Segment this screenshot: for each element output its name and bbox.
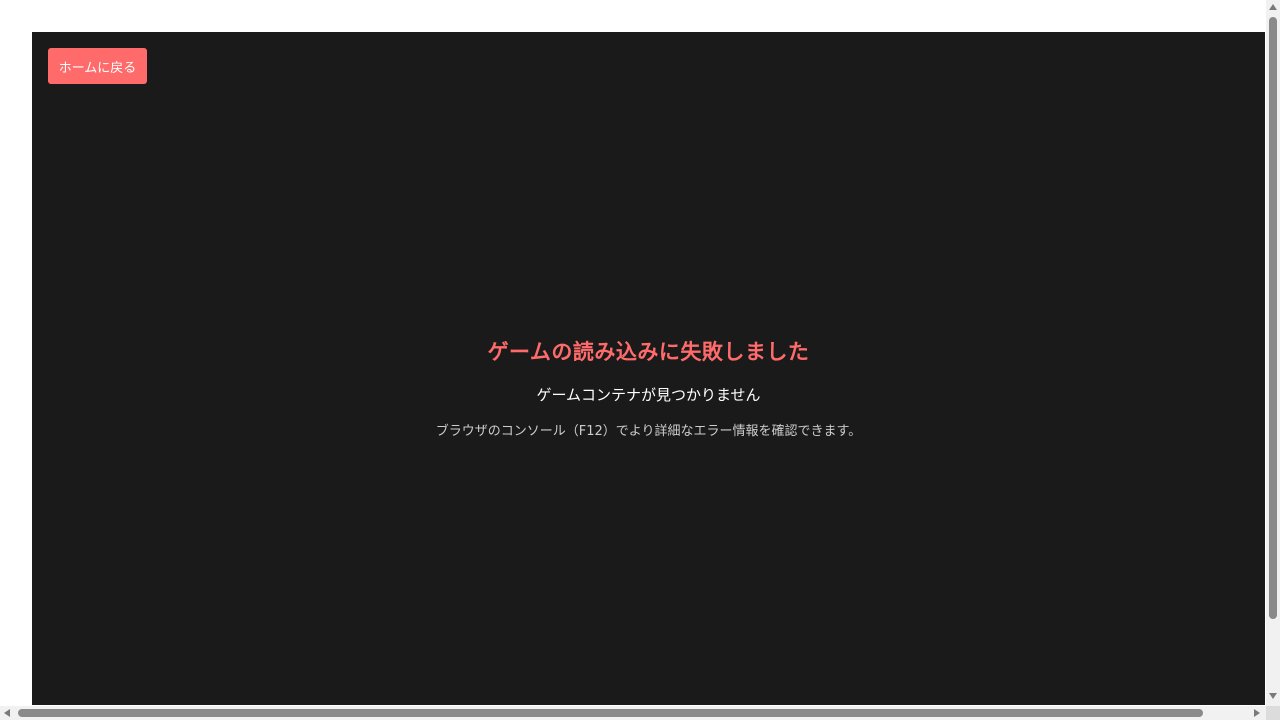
- horizontal-scroll-thumb[interactable]: [18, 709, 1203, 717]
- home-button[interactable]: ホームに戻る: [48, 48, 147, 84]
- error-title: ゲームの読み込みに失敗しました: [487, 340, 810, 364]
- browser-viewport: ホームに戻る ゲームの読み込みに失敗しました ゲームコンテナが見つかりません ブ…: [0, 0, 1280, 720]
- arrow-down-icon[interactable]: [1269, 693, 1277, 699]
- error-message: ゲームコンテナが見つかりません: [536, 386, 761, 404]
- vertical-scrollbar[interactable]: [1266, 0, 1280, 706]
- error-hint: ブラウザのコンソール（F12）でより詳細なエラー情報を確認できます。: [435, 424, 862, 439]
- error-panel: ゲームの読み込みに失敗しました ゲームコンテナが見つかりません ブラウザのコンソ…: [32, 338, 1265, 441]
- game-container: ホームに戻る ゲームの読み込みに失敗しました ゲームコンテナが見つかりません ブ…: [32, 32, 1265, 705]
- arrow-right-icon[interactable]: [1254, 709, 1260, 717]
- arrow-up-icon[interactable]: [1269, 4, 1277, 10]
- scrollbar-corner: [1266, 706, 1280, 720]
- arrow-left-icon[interactable]: [4, 709, 10, 717]
- vertical-scroll-thumb[interactable]: [1269, 17, 1277, 619]
- horizontal-scrollbar[interactable]: [0, 706, 1266, 720]
